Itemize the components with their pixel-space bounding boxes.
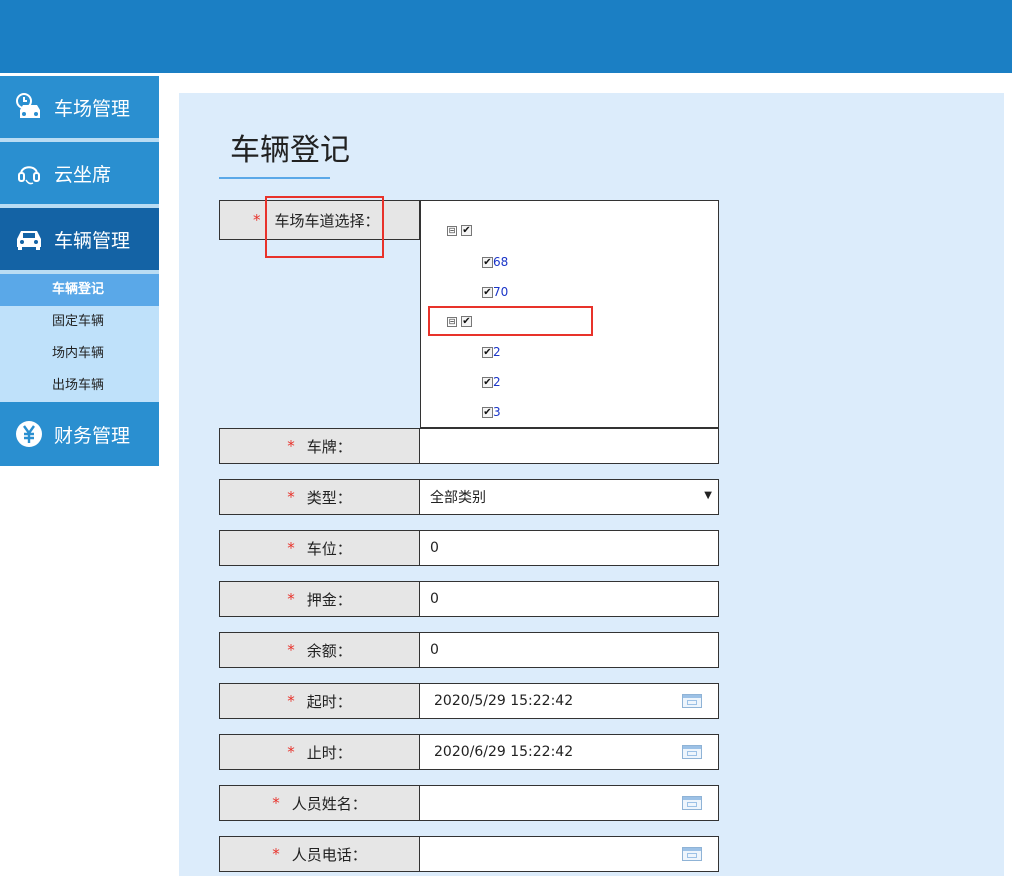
tree-leaf-node[interactable]: ✔ 70 bbox=[482, 285, 508, 299]
plate-input[interactable] bbox=[419, 428, 719, 464]
field-row-start-time: * 起时： 2020/5/29 15:22:42 bbox=[219, 683, 719, 719]
input-value: 2020/6/29 15:22:42 bbox=[434, 744, 574, 760]
tree-leaf-node[interactable]: ✔ 3 bbox=[482, 405, 501, 419]
space-input[interactable]: 0 bbox=[419, 530, 719, 566]
menu-vehicle-management[interactable]: 车辆管理 bbox=[0, 208, 159, 274]
field-label: 车牌： bbox=[306, 437, 352, 456]
tree-checkbox[interactable]: ✔ bbox=[482, 286, 493, 298]
tree-leaf-node[interactable]: ✔ 2 bbox=[482, 345, 501, 359]
contact-card-icon[interactable] bbox=[682, 796, 702, 810]
required-mark: * bbox=[287, 437, 295, 455]
submenu-fixed-vehicles[interactable]: 固定车辆 bbox=[0, 306, 159, 338]
required-mark: * bbox=[287, 692, 295, 710]
person-phone-input[interactable] bbox=[419, 836, 719, 872]
submenu-vehicles-exited[interactable]: 出场车辆 bbox=[0, 370, 159, 402]
balance-input[interactable]: 0 bbox=[419, 632, 719, 668]
calendar-icon[interactable] bbox=[682, 694, 702, 708]
field-label: 押金： bbox=[306, 590, 352, 609]
select-value: 全部类别 bbox=[430, 490, 486, 506]
tree-checkbox[interactable]: ✔ bbox=[482, 406, 493, 418]
menu-label: 云坐席 bbox=[54, 163, 112, 186]
contact-card-icon[interactable] bbox=[682, 847, 702, 861]
tree-checkbox[interactable]: ✔ bbox=[461, 225, 472, 236]
field-row-end-time: * 止时： 2020/6/29 15:22:42 bbox=[219, 734, 719, 770]
required-mark: * bbox=[287, 590, 295, 608]
tree-node-label[interactable]: 3 bbox=[493, 405, 501, 419]
submenu-vehicle-register[interactable]: 车辆登记 bbox=[0, 274, 159, 306]
end-time-input[interactable]: 2020/6/29 15:22:42 bbox=[419, 734, 719, 770]
field-label-box: * 车牌： bbox=[219, 428, 420, 464]
field-row-type: * 类型： 全部类别 ▼ bbox=[219, 479, 719, 515]
collapse-toggle-icon[interactable]: ⊟ bbox=[447, 225, 457, 236]
field-label-box: * 押金： bbox=[219, 581, 420, 617]
parking-car-clock-icon bbox=[13, 91, 45, 123]
required-mark: * bbox=[287, 539, 295, 557]
menu-finance-management[interactable]: 财务管理 bbox=[0, 402, 159, 466]
field-label: 车位： bbox=[306, 539, 352, 558]
page-title: 车辆登记 bbox=[230, 133, 350, 168]
tree-leaf-node[interactable]: ✔ 2 bbox=[482, 375, 501, 389]
tree-checkbox[interactable]: ✔ bbox=[482, 346, 493, 358]
required-mark: * bbox=[287, 743, 295, 761]
field-label-box: * 人员电话： bbox=[219, 836, 420, 872]
deposit-input[interactable]: 0 bbox=[419, 581, 719, 617]
field-label-box: * 起时： bbox=[219, 683, 420, 719]
tree-checkbox[interactable]: ✔ bbox=[482, 376, 493, 388]
field-row-person-phone: * 人员电话： bbox=[219, 836, 719, 872]
required-mark: * bbox=[272, 845, 280, 863]
required-mark: * bbox=[253, 211, 261, 229]
dropdown-arrow-icon[interactable]: ▼ bbox=[704, 490, 712, 501]
field-row-space: * 车位： 0 bbox=[219, 530, 719, 566]
annotation-highlight-box bbox=[265, 196, 384, 258]
calendar-icon[interactable] bbox=[682, 745, 702, 759]
type-select[interactable]: 全部类别 ▼ bbox=[419, 479, 719, 515]
tree-node-label[interactable]: 2 bbox=[493, 345, 501, 359]
menu-cloud-seat[interactable]: 云坐席 bbox=[0, 142, 159, 208]
vehicle-submenu: 车辆登记 固定车辆 场内车辆 出场车辆 bbox=[0, 274, 159, 402]
input-value: 2020/5/29 15:22:42 bbox=[434, 693, 574, 709]
field-row-person-name: * 人员姓名： bbox=[219, 785, 719, 821]
required-mark: * bbox=[287, 488, 295, 506]
field-label-box: * 止时： bbox=[219, 734, 420, 770]
tree-group-node[interactable]: ⊟ ✔ bbox=[447, 225, 472, 236]
menu-parking-management[interactable]: 车场管理 bbox=[0, 76, 159, 142]
field-label-box: * 车位： bbox=[219, 530, 420, 566]
field-label-box: * 类型： bbox=[219, 479, 420, 515]
start-time-input[interactable]: 2020/5/29 15:22:42 bbox=[419, 683, 719, 719]
menu-label: 车场管理 bbox=[54, 97, 131, 120]
tree-node-label[interactable]: 2 bbox=[493, 375, 501, 389]
field-row-balance: * 余额： 0 bbox=[219, 632, 719, 668]
field-label: 人员姓名： bbox=[291, 794, 367, 813]
field-row-plate: * 车牌： bbox=[219, 428, 719, 464]
person-name-input[interactable] bbox=[419, 785, 719, 821]
tree-leaf-node[interactable]: ✔ 68 bbox=[482, 255, 508, 269]
field-label-box: * 人员姓名： bbox=[219, 785, 420, 821]
field-label: 止时： bbox=[306, 743, 352, 762]
required-mark: * bbox=[287, 641, 295, 659]
field-label: 起时： bbox=[306, 692, 352, 711]
tree-checkbox[interactable]: ✔ bbox=[482, 256, 493, 268]
field-label-box: * 余额： bbox=[219, 632, 420, 668]
top-header-bar bbox=[0, 0, 1012, 73]
field-label: 类型： bbox=[306, 488, 352, 507]
sidebar: 车场管理 云坐席 车辆管理 车辆登记 固定车辆 场内车辆 出场车辆 财务管理 bbox=[0, 76, 159, 466]
field-row-deposit: * 押金： 0 bbox=[219, 581, 719, 617]
annotation-highlight-box bbox=[428, 306, 593, 336]
menu-label: 财务管理 bbox=[54, 424, 131, 447]
required-mark: * bbox=[272, 794, 280, 812]
submenu-vehicles-inside[interactable]: 场内车辆 bbox=[0, 338, 159, 370]
car-icon bbox=[13, 223, 45, 255]
tree-node-label[interactable]: 70 bbox=[493, 285, 508, 299]
field-label: 人员电话： bbox=[291, 845, 367, 864]
field-label: 余额： bbox=[306, 641, 352, 660]
title-underline bbox=[219, 177, 330, 179]
yuan-icon bbox=[13, 418, 45, 450]
headset-icon bbox=[13, 157, 45, 189]
tree-node-label[interactable]: 68 bbox=[493, 255, 508, 269]
menu-label: 车辆管理 bbox=[54, 229, 131, 252]
